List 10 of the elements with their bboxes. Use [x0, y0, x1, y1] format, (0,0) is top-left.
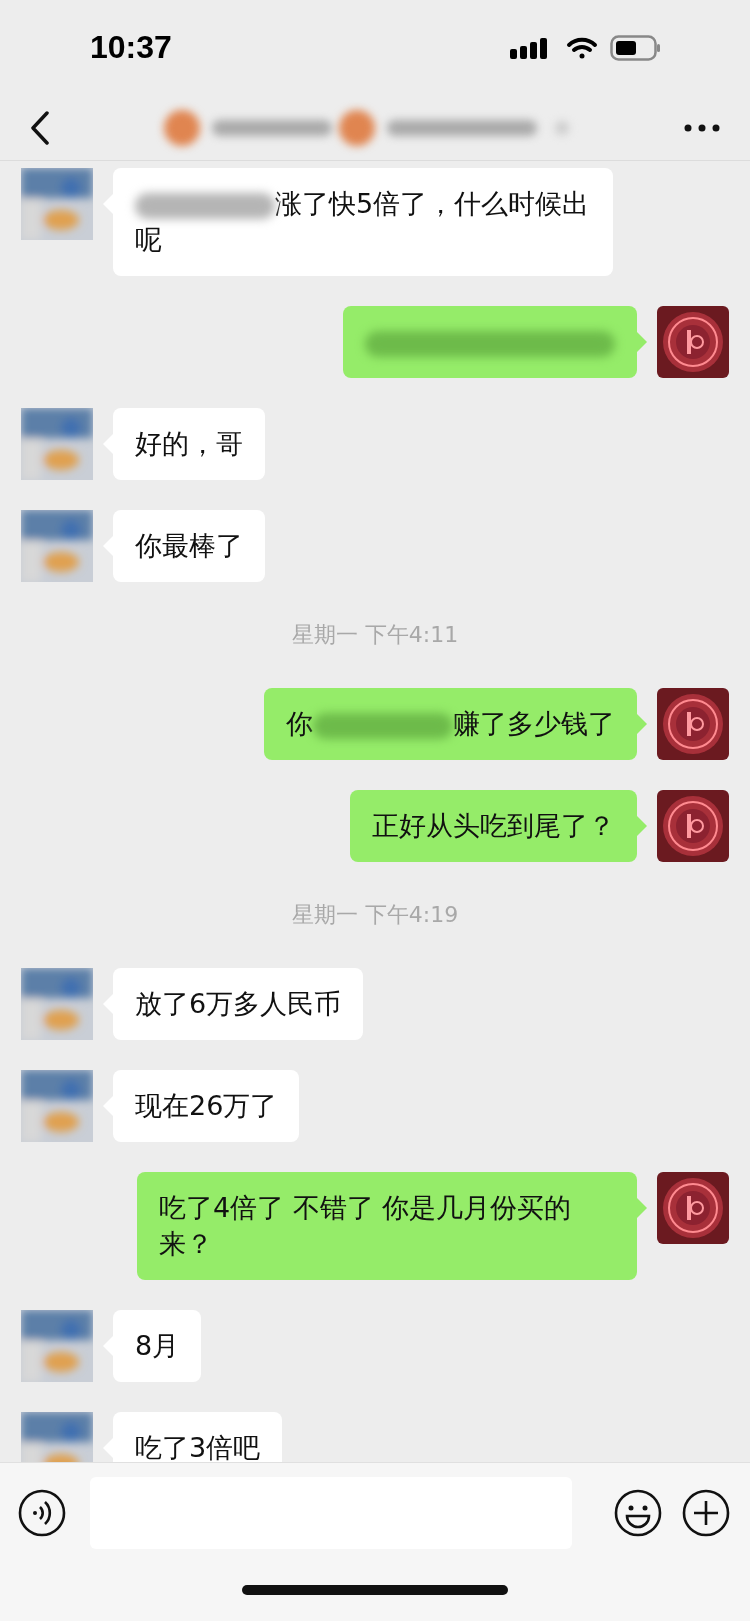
emoji-icon[interactable]	[614, 1489, 662, 1537]
timestamp: 星期一 下午4:11	[291, 621, 459, 649]
wifi-icon	[566, 35, 598, 60]
back-icon[interactable]	[30, 110, 50, 145]
plus-icon[interactable]	[682, 1489, 730, 1537]
voice-icon[interactable]	[18, 1489, 66, 1537]
timestamp: 星期一 下午4:19	[291, 901, 459, 929]
more-icon[interactable]	[684, 123, 720, 132]
battery-icon	[610, 34, 662, 61]
status-time: 10:37	[90, 29, 172, 66]
